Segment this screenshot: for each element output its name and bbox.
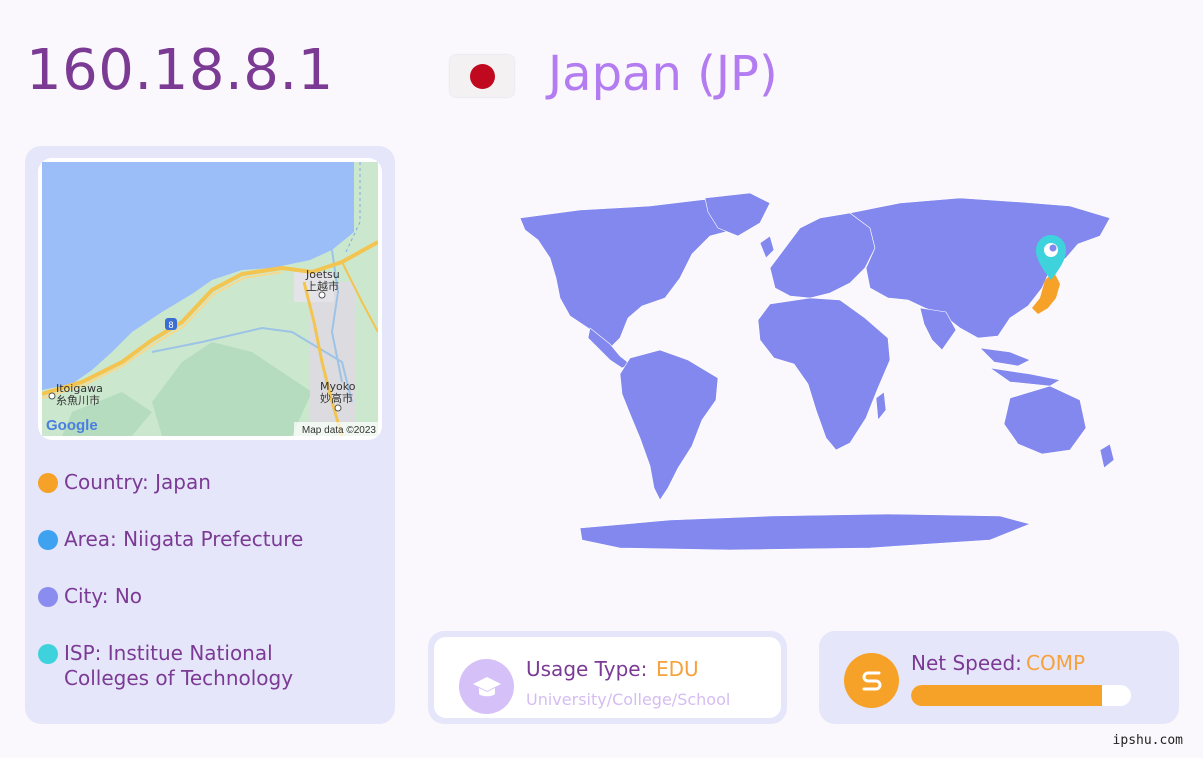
map-label-itoigawa-jp: 糸魚川市	[56, 393, 100, 407]
blue-dot-icon	[38, 530, 58, 550]
japan-flag-icon	[450, 55, 514, 97]
australia-shape	[1003, 385, 1087, 455]
asia-shape	[849, 197, 1111, 339]
europe-shape	[769, 212, 876, 299]
site-watermark: ipshu.com	[1112, 733, 1183, 748]
net-speed-value: COMP	[1026, 651, 1086, 675]
city-text: City: No	[64, 584, 143, 608]
net-speed-label: Net Speed:	[911, 651, 1022, 675]
antarctica-shape	[579, 513, 1031, 551]
area-text: Area: Niigata Prefecture	[64, 527, 304, 551]
usage-type-label: Usage Type:	[526, 657, 648, 681]
net-speed-bar	[911, 685, 1131, 706]
usage-type-description: University/College/School	[526, 690, 731, 709]
info-country: Country: Japan	[38, 470, 211, 495]
teal-dot-icon	[38, 644, 58, 664]
map-attribution: Map data ©2023	[302, 425, 377, 436]
isp-text: ISP: Institue National Colleges of Techn…	[64, 641, 294, 690]
usage-type-card: Usage Type: EDU University/College/Schoo…	[428, 631, 787, 724]
orange-dot-icon	[38, 473, 58, 493]
info-isp: ISP: Institue National Colleges of Techn…	[38, 641, 358, 691]
country-text: Country: Japan	[64, 470, 211, 494]
net-speed-card: Net Speed: COMP	[819, 631, 1179, 724]
country-title: Japan (JP)	[548, 46, 778, 102]
world-map	[470, 188, 1150, 562]
map-label-joetsu-jp: 上越市	[306, 279, 339, 293]
map-label-myoko-jp: 妙高市	[320, 391, 353, 405]
google-logo: Google	[46, 417, 98, 434]
graduation-cap-icon	[459, 659, 514, 714]
route-number-label: 8	[168, 320, 173, 330]
net-speed-bar-fill	[911, 685, 1103, 706]
ip-address: 160.18.8.1	[26, 38, 334, 103]
info-area: Area: Niigata Prefecture	[38, 527, 303, 552]
info-city: City: No	[38, 584, 142, 609]
africa-shape	[757, 297, 891, 451]
speed-s-icon	[844, 653, 899, 708]
south-america-shape	[619, 349, 719, 501]
usage-type-value: EDU	[656, 657, 699, 681]
location-map[interactable]: 8 Joetsu 上越市 Itoigawa 糸魚川市 Myoko 妙高市 Goo…	[38, 158, 382, 440]
purple-dot-icon	[38, 587, 58, 607]
